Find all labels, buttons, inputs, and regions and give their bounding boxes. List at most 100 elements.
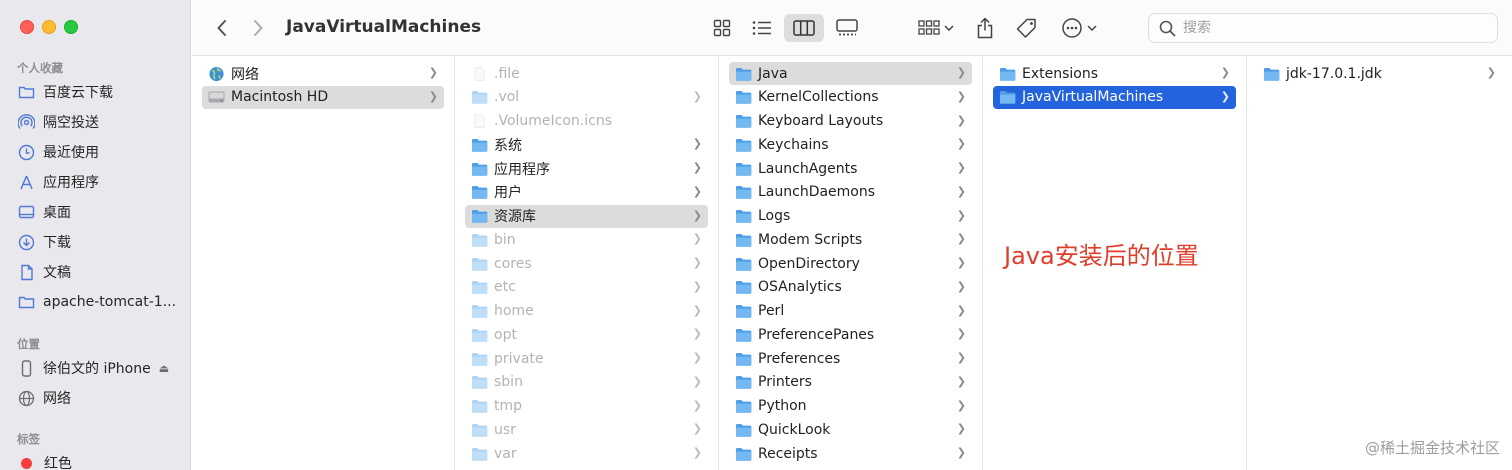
chevron-right-icon: ❯	[692, 89, 702, 103]
sidebar-item-network[interactable]: 网络	[18, 385, 188, 411]
file-row[interactable]: 用户 ❯	[465, 181, 708, 204]
icon-view-button[interactable]	[707, 14, 737, 42]
file-row[interactable]: Macintosh HD ❯	[202, 85, 444, 109]
zoom-window-button[interactable]	[64, 20, 78, 34]
sidebar-item-label: 应用程序	[43, 175, 99, 191]
file-row[interactable]: KernelCollections ❯	[729, 86, 972, 109]
chevron-right-icon: ❯	[956, 184, 966, 198]
file-row[interactable]: OpenDirectory ❯	[729, 252, 972, 275]
file-row[interactable]: Extensions ❯	[993, 62, 1236, 85]
sidebar-item-label: 徐伯文的 iPhone	[43, 361, 151, 377]
file-row[interactable]: Receipts ❯	[729, 442, 972, 465]
hard-drive-icon	[202, 90, 231, 104]
folder-icon	[465, 138, 494, 152]
file-row[interactable]: jdk-17.0.1.jdk ❯	[1257, 62, 1502, 85]
gallery-view-button[interactable]	[832, 14, 862, 42]
file-row[interactable]: home ❯	[465, 300, 708, 323]
file-row[interactable]: LaunchDaemons ❯	[729, 181, 972, 204]
file-row[interactable]: .file	[465, 62, 708, 85]
file-row[interactable]: tmp ❯	[465, 395, 708, 418]
file-name: 系统	[494, 137, 522, 154]
file-row[interactable]: Python ❯	[729, 395, 972, 418]
sidebar-item-downloads[interactable]: 下载	[18, 229, 188, 255]
back-button[interactable]	[210, 16, 234, 40]
sidebar-item-label: 网络	[43, 391, 71, 407]
group-by-button[interactable]	[914, 14, 958, 42]
sidebar-item-baidu-download[interactable]: 百度云下载	[18, 79, 188, 105]
network-globe-icon	[202, 66, 231, 82]
share-button[interactable]	[972, 14, 998, 42]
file-name: QuickLook	[758, 421, 831, 438]
file-row[interactable]: usr ❯	[465, 418, 708, 441]
file-row[interactable]: .VolumeIcon.icns	[465, 110, 708, 133]
file-row[interactable]: Ruby❯	[729, 466, 972, 470]
file-name: 资源库	[494, 209, 536, 225]
tag-icon	[1016, 18, 1036, 38]
file-row[interactable]: var ❯	[465, 442, 708, 465]
tags-button[interactable]	[1012, 14, 1042, 42]
file-row[interactable]: private ❯	[465, 347, 708, 370]
chevron-right-icon	[254, 20, 263, 36]
file-row[interactable]: bin ❯	[465, 228, 708, 251]
file-row[interactable]: Modem Scripts ❯	[729, 228, 972, 251]
chevron-right-icon: ❯	[692, 398, 702, 412]
forward-button[interactable]	[246, 16, 270, 40]
file-row[interactable]: 资源库 ❯	[465, 204, 708, 228]
list-view-button[interactable]	[747, 14, 777, 42]
sidebar-item-tag-red[interactable]: 红色	[18, 450, 188, 470]
file-name: JavaVirtualMachines	[1022, 89, 1164, 106]
file-name: Logs	[758, 208, 791, 224]
file-row[interactable]: QuickLook ❯	[729, 418, 972, 441]
file-row[interactable]: OSAnalytics ❯	[729, 276, 972, 299]
file-row[interactable]: cores ❯	[465, 252, 708, 275]
file-row[interactable]: opt ❯	[465, 323, 708, 346]
sidebar-item-documents[interactable]: 文稿	[18, 259, 188, 285]
search-field[interactable]	[1148, 13, 1498, 43]
search-input[interactable]	[1183, 20, 1483, 36]
more-actions-button[interactable]	[1058, 14, 1100, 42]
sidebar-item-desktop[interactable]: 桌面	[18, 199, 188, 225]
file-row[interactable]: PreferencePanes ❯	[729, 323, 972, 346]
folder-icon	[465, 162, 494, 176]
file-row[interactable]: .vol ❯	[465, 86, 708, 109]
eject-icon[interactable]: ⏏	[159, 362, 169, 375]
file-row[interactable]: JavaVirtualMachines ❯	[993, 85, 1236, 109]
file-row[interactable]: Keychains ❯	[729, 133, 972, 156]
folder-icon	[465, 375, 494, 390]
folder-icon	[465, 423, 494, 437]
folder-icon	[729, 423, 758, 437]
sidebar-item-applications[interactable]: 应用程序	[18, 169, 188, 195]
file-row[interactable]: 系统 ❯	[465, 133, 708, 156]
sidebar-item-airdrop[interactable]: 隔空投送	[18, 109, 188, 135]
close-window-button[interactable]	[20, 20, 34, 34]
file-row[interactable]: 网络 ❯	[202, 62, 444, 85]
chevron-right-icon: ❯	[956, 374, 966, 388]
file-row[interactable]: LaunchAgents ❯	[729, 157, 972, 180]
sidebar-item-apache-tomcat[interactable]: apache-tomcat-1...	[18, 289, 188, 315]
chevron-right-icon: ❯	[956, 256, 966, 269]
file-name: Extensions	[1022, 65, 1099, 82]
folder-icon	[729, 257, 758, 271]
file-row[interactable]: etc ❯	[465, 276, 708, 299]
network-icon	[18, 390, 35, 407]
column-view-button[interactable]	[784, 14, 824, 42]
chevron-right-icon: ❯	[956, 351, 966, 364]
file-row[interactable]: 应用程序 ❯	[465, 157, 708, 180]
chevron-right-icon: ❯	[692, 184, 702, 198]
search-icon	[1159, 20, 1176, 36]
sidebar-item-iphone[interactable]: 徐伯文的 iPhone ⏏	[18, 355, 188, 381]
chevron-right-icon: ❯	[956, 422, 966, 436]
file-row[interactable]: Preferences ❯	[729, 347, 972, 370]
file-row[interactable]: Printers ❯	[729, 371, 972, 394]
minimize-window-button[interactable]	[42, 20, 56, 34]
file-row[interactable]: sbin ❯	[465, 371, 708, 394]
file-row[interactable]: Keyboard Layouts ❯	[729, 110, 972, 133]
file-row[interactable]: Java ❯	[729, 62, 972, 85]
file-row[interactable]: Logs ❯	[729, 205, 972, 228]
file-name: Python	[758, 398, 807, 414]
folder-icon	[465, 90, 494, 105]
watermark: @稀土掘金技术社区	[1364, 439, 1500, 457]
file-name: Java	[758, 65, 788, 82]
file-row[interactable]: Perl ❯	[729, 300, 972, 323]
sidebar-item-recents[interactable]: 最近使用	[18, 139, 188, 165]
